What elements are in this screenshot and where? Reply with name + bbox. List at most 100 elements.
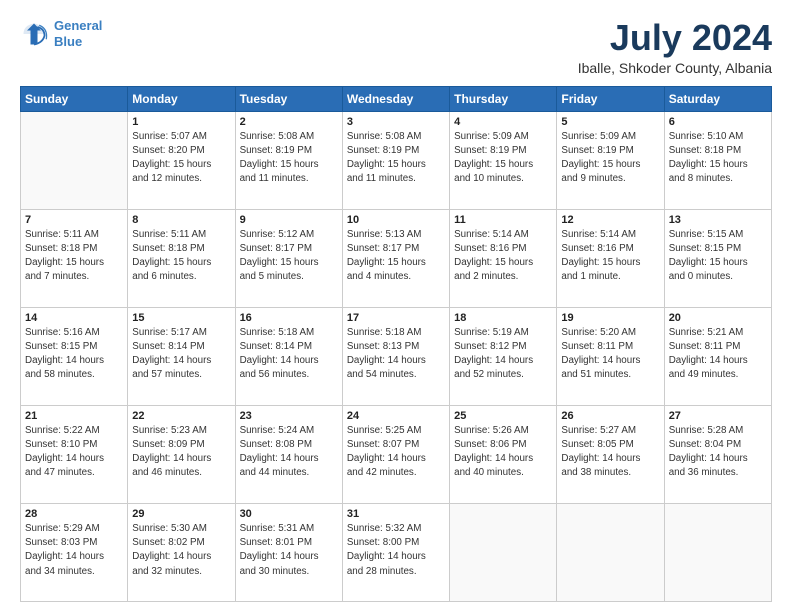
table-row: 31 Sunrise: 5:32 AM Sunset: 8:00 PM Dayli… [342,503,449,601]
day-info: Sunrise: 5:29 AM Sunset: 8:03 PM Dayligh… [25,522,123,579]
table-row: 18Sunrise: 5:19 AM Sunset: 8:12 PM Dayli… [450,307,557,405]
calendar-week-row: 7 Sunrise: 5:11 AM Sunset: 8:18 PM Daylig… [21,209,772,307]
day-number: 21 [25,410,123,422]
day-info: Sunrise: 5:25 AM Sunset: 8:07 PM Dayligh… [347,424,445,481]
day-info: Sunrise: 5:09 AM Sunset: 8:19 PM Dayligh… [454,130,552,187]
table-row: 20 Sunrise: 5:21 AM Sunset: 8:11 PM Dayli… [664,307,771,405]
day-number: 14 [25,312,123,324]
table-row: 3 Sunrise: 5:08 AM Sunset: 8:19 PM Daylig… [342,111,449,209]
table-row: 14Sunrise: 5:16 AM Sunset: 8:15 PM Dayli… [21,307,128,405]
day-info: Sunrise: 5:08 AM Sunset: 8:19 PM Dayligh… [240,130,338,187]
table-row: 5 Sunrise: 5:09 AM Sunset: 8:19 PM Daylig… [557,111,664,209]
day-info: Sunrise: 5:17 AM Sunset: 8:14 PM Dayligh… [132,326,230,383]
day-number: 23 [240,410,338,422]
day-info: Sunrise: 5:11 AM Sunset: 8:18 PM Dayligh… [132,228,230,285]
day-number: 2 [240,116,338,128]
table-row: 4Sunrise: 5:09 AM Sunset: 8:19 PM Daylig… [450,111,557,209]
table-row: 17Sunrise: 5:18 AM Sunset: 8:13 PM Dayli… [342,307,449,405]
table-row [557,503,664,601]
day-info: Sunrise: 5:19 AM Sunset: 8:12 PM Dayligh… [454,326,552,383]
day-info: Sunrise: 5:15 AM Sunset: 8:15 PM Dayligh… [669,228,767,285]
day-number: 5 [561,116,659,128]
table-row: 13 Sunrise: 5:15 AM Sunset: 8:15 PM Dayli… [664,209,771,307]
table-row: 19 Sunrise: 5:20 AM Sunset: 8:11 PM Dayli… [557,307,664,405]
day-info: Sunrise: 5:26 AM Sunset: 8:06 PM Dayligh… [454,424,552,481]
day-info: Sunrise: 5:28 AM Sunset: 8:04 PM Dayligh… [669,424,767,481]
day-number: 11 [454,214,552,226]
day-number: 7 [25,214,123,226]
day-info: Sunrise: 5:14 AM Sunset: 8:16 PM Dayligh… [561,228,659,285]
day-info: Sunrise: 5:24 AM Sunset: 8:08 PM Dayligh… [240,424,338,481]
day-number: 6 [669,116,767,128]
page: General Blue July 2024 Iballe, Shkoder C… [0,0,792,612]
day-number: 10 [347,214,445,226]
day-number: 27 [669,410,767,422]
table-row: 9 Sunrise: 5:12 AM Sunset: 8:17 PM Daylig… [235,209,342,307]
day-info: Sunrise: 5:10 AM Sunset: 8:18 PM Dayligh… [669,130,767,187]
day-number: 8 [132,214,230,226]
logo-text: General Blue [54,18,102,49]
table-row: 1Sunrise: 5:07 AM Sunset: 8:20 PM Daylig… [128,111,235,209]
day-number: 28 [25,508,123,520]
day-number: 13 [669,214,767,226]
day-info: Sunrise: 5:11 AM Sunset: 8:18 PM Dayligh… [25,228,123,285]
table-row: 12Sunrise: 5:14 AM Sunset: 8:16 PM Dayli… [557,209,664,307]
day-info: Sunrise: 5:27 AM Sunset: 8:05 PM Dayligh… [561,424,659,481]
calendar-week-row: 14Sunrise: 5:16 AM Sunset: 8:15 PM Dayli… [21,307,772,405]
table-row: 11 Sunrise: 5:14 AM Sunset: 8:16 PM Dayli… [450,209,557,307]
table-row: 27 Sunrise: 5:28 AM Sunset: 8:04 PM Dayli… [664,405,771,503]
table-row: 10 Sunrise: 5:13 AM Sunset: 8:17 PM Dayli… [342,209,449,307]
day-info: Sunrise: 5:08 AM Sunset: 8:19 PM Dayligh… [347,130,445,187]
day-info: Sunrise: 5:20 AM Sunset: 8:11 PM Dayligh… [561,326,659,383]
day-info: Sunrise: 5:32 AM Sunset: 8:00 PM Dayligh… [347,522,445,579]
day-number: 20 [669,312,767,324]
day-info: Sunrise: 5:18 AM Sunset: 8:13 PM Dayligh… [347,326,445,383]
calendar-week-row: 28 Sunrise: 5:29 AM Sunset: 8:03 PM Dayli… [21,503,772,601]
day-info: Sunrise: 5:09 AM Sunset: 8:19 PM Dayligh… [561,130,659,187]
day-info: Sunrise: 5:13 AM Sunset: 8:17 PM Dayligh… [347,228,445,285]
day-info: Sunrise: 5:12 AM Sunset: 8:17 PM Dayligh… [240,228,338,285]
day-info: Sunrise: 5:18 AM Sunset: 8:14 PM Dayligh… [240,326,338,383]
table-row: 21 Sunrise: 5:22 AM Sunset: 8:10 PM Dayli… [21,405,128,503]
day-number: 16 [240,312,338,324]
day-info: Sunrise: 5:22 AM Sunset: 8:10 PM Dayligh… [25,424,123,481]
table-row [21,111,128,209]
header-thursday: Thursday [450,86,557,111]
table-row: 16 Sunrise: 5:18 AM Sunset: 8:14 PM Dayli… [235,307,342,405]
day-number: 29 [132,508,230,520]
table-row [450,503,557,601]
table-row: 23 Sunrise: 5:24 AM Sunset: 8:08 PM Dayli… [235,405,342,503]
logo: General Blue [20,18,102,49]
table-row: 26 Sunrise: 5:27 AM Sunset: 8:05 PM Dayli… [557,405,664,503]
day-number: 9 [240,214,338,226]
day-number: 19 [561,312,659,324]
header-wednesday: Wednesday [342,86,449,111]
calendar-week-row: 21 Sunrise: 5:22 AM Sunset: 8:10 PM Dayli… [21,405,772,503]
table-row: 6 Sunrise: 5:10 AM Sunset: 8:18 PM Daylig… [664,111,771,209]
day-number: 31 [347,508,445,520]
day-number: 3 [347,116,445,128]
header-friday: Friday [557,86,664,111]
day-info: Sunrise: 5:07 AM Sunset: 8:20 PM Dayligh… [132,130,230,187]
main-title: July 2024 [578,18,772,58]
calendar-table: Sunday Monday Tuesday Wednesday Thursday… [20,86,772,602]
day-info: Sunrise: 5:31 AM Sunset: 8:01 PM Dayligh… [240,522,338,579]
table-row: 30Sunrise: 5:31 AM Sunset: 8:01 PM Dayli… [235,503,342,601]
table-row: 2 Sunrise: 5:08 AM Sunset: 8:19 PM Daylig… [235,111,342,209]
day-info: Sunrise: 5:21 AM Sunset: 8:11 PM Dayligh… [669,326,767,383]
table-row: 15Sunrise: 5:17 AM Sunset: 8:14 PM Dayli… [128,307,235,405]
header-monday: Monday [128,86,235,111]
day-number: 26 [561,410,659,422]
subtitle: Iballe, Shkoder County, Albania [578,60,772,76]
day-info: Sunrise: 5:23 AM Sunset: 8:09 PM Dayligh… [132,424,230,481]
header: General Blue July 2024 Iballe, Shkoder C… [20,18,772,76]
header-sunday: Sunday [21,86,128,111]
table-row [664,503,771,601]
day-info: Sunrise: 5:30 AM Sunset: 8:02 PM Dayligh… [132,522,230,579]
day-number: 24 [347,410,445,422]
table-row: 25Sunrise: 5:26 AM Sunset: 8:06 PM Dayli… [450,405,557,503]
title-block: July 2024 Iballe, Shkoder County, Albani… [578,18,772,76]
table-row: 29 Sunrise: 5:30 AM Sunset: 8:02 PM Dayli… [128,503,235,601]
table-row: 24 Sunrise: 5:25 AM Sunset: 8:07 PM Dayli… [342,405,449,503]
day-info: Sunrise: 5:14 AM Sunset: 8:16 PM Dayligh… [454,228,552,285]
